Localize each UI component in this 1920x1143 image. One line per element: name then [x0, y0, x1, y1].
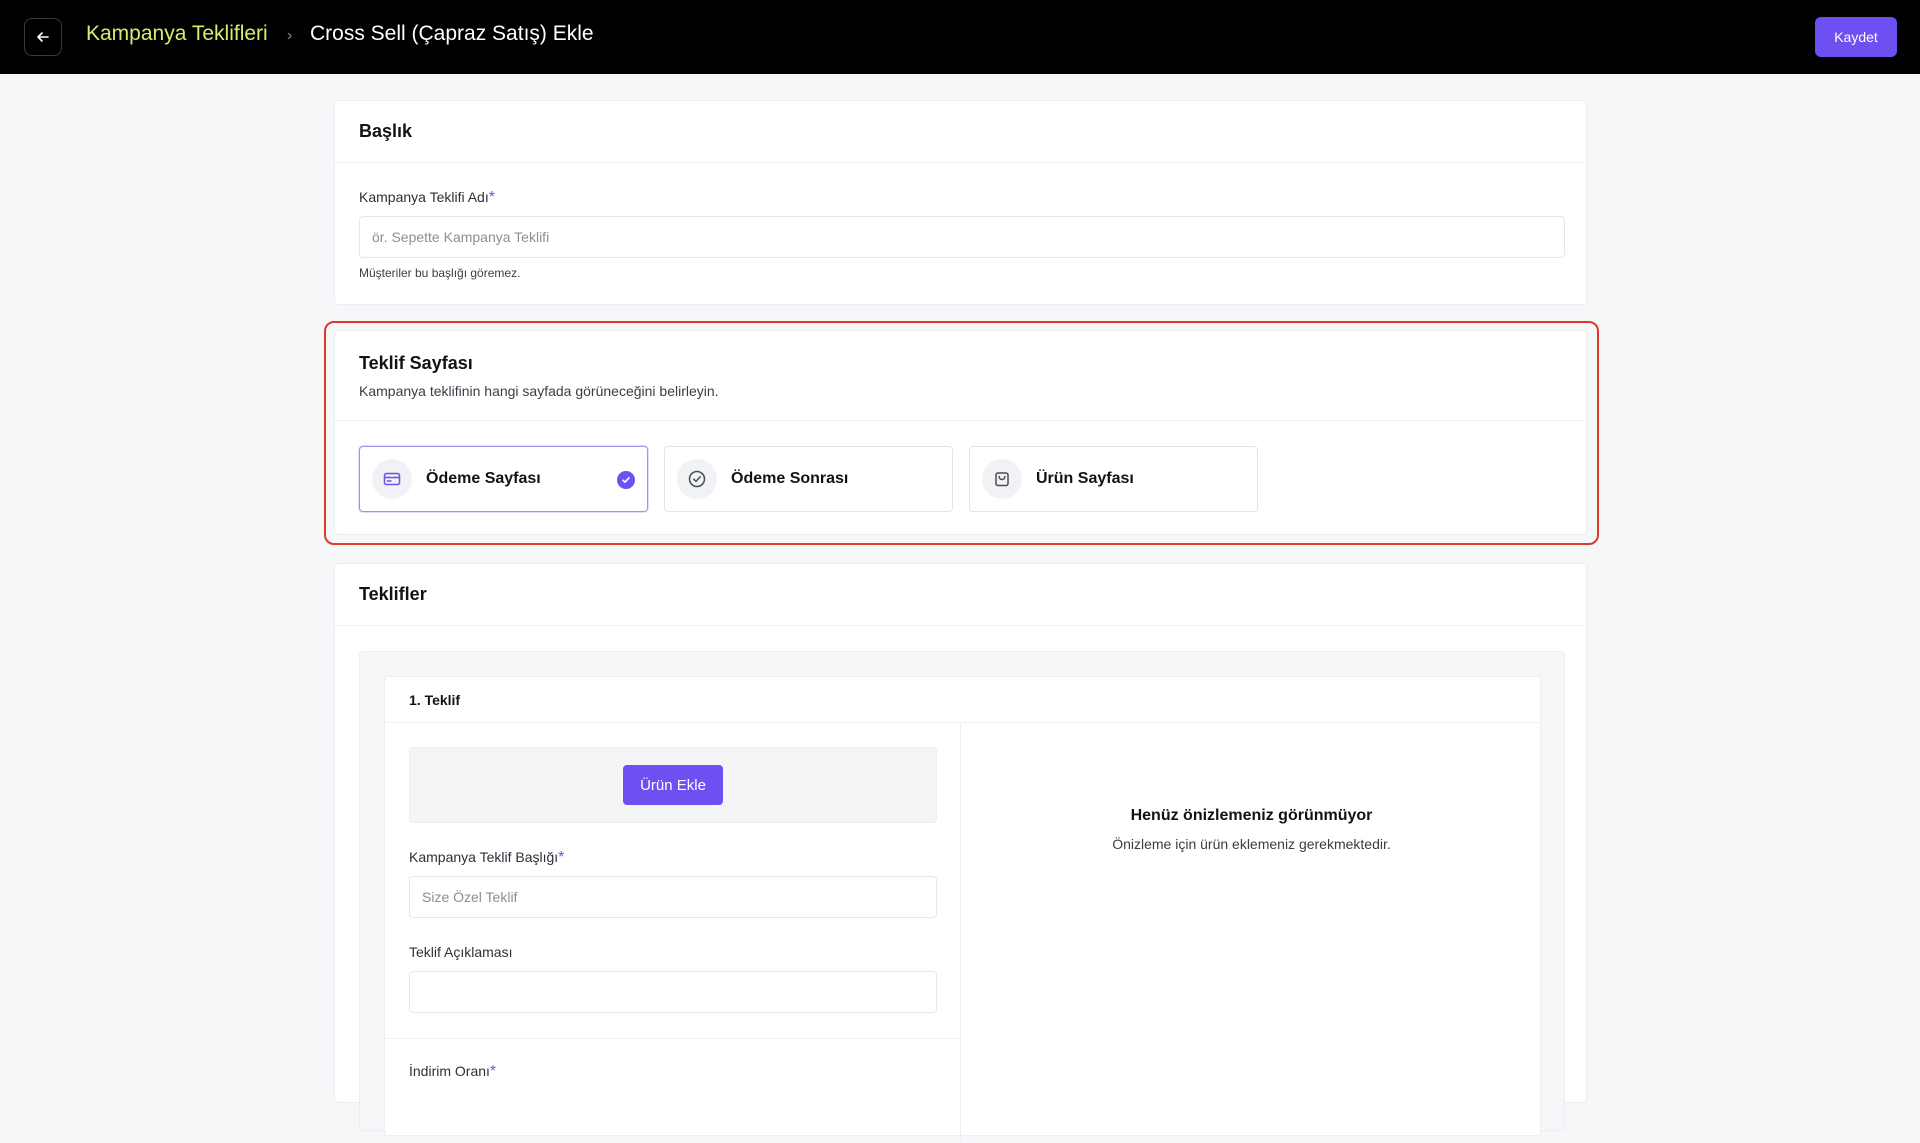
shopping-bag-icon: [982, 459, 1022, 499]
offer-item-title: 1. Teklif: [385, 677, 1540, 723]
offer-page-options: Ödeme Sayfası Ödeme Sonrası Ürün Sayfası: [359, 446, 1258, 512]
breadcrumb-campaign-offers[interactable]: Kampanya Teklifleri: [86, 22, 268, 46]
campaign-name-input[interactable]: [359, 216, 1565, 258]
offer-form: Ürün Ekle Kampanya Teklif Başlığı* Tekli…: [385, 723, 961, 1143]
save-button[interactable]: Kaydet: [1815, 17, 1897, 57]
top-bar: Kampanya Teklifleri › Cross Sell (Çapraz…: [0, 0, 1920, 74]
title-card-header: Başlık: [335, 101, 1586, 163]
credit-card-icon: [372, 459, 412, 499]
campaign-name-help: Müşteriler bu başlığı göremez.: [359, 266, 521, 280]
offers-card: Teklifler 1. Teklif Ürün Ekle Kampanya T…: [334, 563, 1587, 1143]
offers-container: 1. Teklif Ürün Ekle Kampanya Teklif Başl…: [359, 651, 1565, 1143]
offer-description-label: Teklif Açıklaması: [409, 944, 513, 960]
option-product-page[interactable]: Ürün Sayfası: [969, 446, 1258, 512]
offer-item: 1. Teklif Ürün Ekle Kampanya Teklif Başl…: [384, 676, 1541, 1143]
option-label: Ödeme Sayfası: [426, 470, 541, 487]
required-mark: *: [558, 849, 565, 866]
title-card-heading: Başlık: [359, 121, 413, 141]
offer-description-input[interactable]: [409, 971, 937, 1013]
required-mark: *: [489, 1063, 497, 1080]
offer-page-heading: Teklif Sayfası: [359, 353, 473, 373]
discount-rate-label: İndirim Oranı*: [409, 1063, 497, 1080]
offer-page-card: Teklif Sayfası Kampanya teklifinin hangi…: [334, 330, 1587, 535]
offers-heading: Teklifler: [359, 584, 427, 604]
offer-page-header: Teklif Sayfası Kampanya teklifinin hangi…: [335, 331, 1586, 421]
preview-empty-text: Önizleme için ürün eklemeniz gerekmekted…: [1112, 836, 1391, 852]
divider: [385, 1038, 961, 1039]
required-mark: *: [488, 189, 495, 206]
campaign-name-label: Kampanya Teklifi Adı*: [359, 189, 495, 206]
offer-title-label: Kampanya Teklif Başlığı*: [409, 849, 565, 866]
arrow-left-icon: [37, 32, 49, 42]
check-circle-icon: [677, 459, 717, 499]
chevron-right-icon: ›: [287, 27, 293, 44]
page-title: Cross Sell (Çapraz Satış) Ekle: [310, 22, 594, 45]
title-card: Başlık Kampanya Teklifi Adı* Müşteriler …: [334, 100, 1587, 305]
option-label: Ödeme Sonrası: [731, 470, 849, 487]
preview-empty-title: Henüz önizlemeniz görünmüyor: [1130, 807, 1373, 824]
option-label: Ürün Sayfası: [1036, 470, 1134, 487]
option-post-checkout[interactable]: Ödeme Sonrası: [664, 446, 953, 512]
option-checkout-page[interactable]: Ödeme Sayfası: [359, 446, 648, 512]
offer-title-input[interactable]: [409, 876, 937, 918]
check-icon: [617, 471, 635, 489]
add-product-button[interactable]: Ürün Ekle: [623, 765, 723, 805]
offers-card-header: Teklifler: [335, 564, 1586, 626]
back-button[interactable]: [24, 18, 62, 56]
offer-page-description: Kampanya teklifinin hangi sayfada görüne…: [359, 383, 719, 399]
add-product-area: Ürün Ekle: [409, 747, 937, 823]
